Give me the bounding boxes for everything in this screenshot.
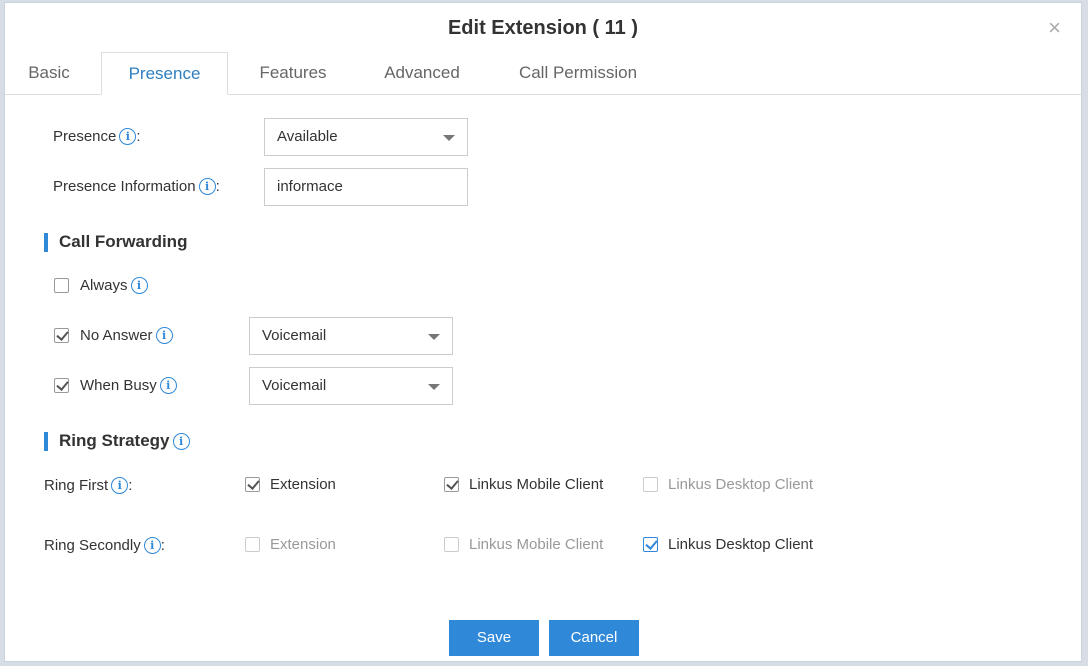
ring-strategy-heading: Ring Strategy i <box>44 431 190 451</box>
ring-first-label-text: Ring First <box>44 477 109 494</box>
ring-secondly-mobile-label: Linkus Mobile Client <box>469 536 604 553</box>
tab-basic[interactable]: Basic <box>19 52 79 94</box>
close-icon[interactable]: × <box>1048 17 1061 39</box>
ring-first-extension-checkbox[interactable] <box>245 477 260 492</box>
ring-secondly-mobile-checkbox[interactable] <box>444 537 459 552</box>
ring-first-mobile-checkbox[interactable] <box>444 477 459 492</box>
ring-strategy-heading-text: Ring Strategy <box>59 431 170 450</box>
ring-secondly-desktop-checkbox[interactable] <box>643 537 658 552</box>
no-answer-label-text: No Answer <box>80 327 153 344</box>
tab-advanced[interactable]: Advanced <box>373 52 471 94</box>
presence-select-value: Available <box>277 128 338 145</box>
always-checkbox[interactable] <box>54 278 69 293</box>
tab-call-permission[interactable]: Call Permission <box>505 52 651 94</box>
tab-presence[interactable]: Presence <box>101 52 228 95</box>
presence-label-text: Presence <box>53 128 117 145</box>
ring-secondly-desktop-label: Linkus Desktop Client <box>668 536 814 553</box>
presence-label: Presence i: <box>53 128 141 145</box>
ring-first-desktop-checkbox[interactable] <box>643 477 658 492</box>
presence-select[interactable]: Available <box>264 118 468 156</box>
presence-information-input[interactable]: informace <box>264 168 468 206</box>
info-icon[interactable]: i <box>130 277 148 294</box>
tab-bar: Basic Presence Features Advanced Call Pe… <box>5 52 1081 95</box>
dialog-title: Edit Extension ( 11 ) <box>447 17 639 39</box>
info-icon[interactable]: i <box>172 433 190 450</box>
info-icon[interactable]: i <box>159 377 177 394</box>
ring-first-extension-label: Extension <box>270 476 336 493</box>
when-busy-select-value: Voicemail <box>262 377 327 394</box>
when-busy-label: When Busy i <box>80 377 177 394</box>
edit-extension-dialog: Edit Extension ( 11 ) × Basic Presence F… <box>4 2 1082 662</box>
info-icon[interactable]: i <box>198 178 216 195</box>
ring-secondly-extension-checkbox[interactable] <box>245 537 260 552</box>
ring-first-desktop-label: Linkus Desktop Client <box>668 476 814 493</box>
always-label-text: Always <box>80 277 128 294</box>
cancel-button[interactable]: Cancel <box>549 620 639 656</box>
presence-information-label: Presence Information i: <box>53 178 220 195</box>
call-forwarding-heading: Call Forwarding <box>44 232 187 252</box>
no-answer-label: No Answer i <box>80 327 173 344</box>
tab-features[interactable]: Features <box>249 52 337 94</box>
chevron-down-icon <box>428 334 440 340</box>
info-icon[interactable]: i <box>111 477 129 494</box>
ring-secondly-extension-label: Extension <box>270 536 336 553</box>
chevron-down-icon <box>443 135 455 141</box>
no-answer-select[interactable]: Voicemail <box>249 317 453 355</box>
ring-first-label: Ring First i: <box>44 477 133 494</box>
no-answer-checkbox[interactable] <box>54 328 69 343</box>
info-icon[interactable]: i <box>143 537 161 554</box>
when-busy-checkbox[interactable] <box>54 378 69 393</box>
info-icon[interactable]: i <box>155 327 173 344</box>
ring-secondly-label-text: Ring Secondly <box>44 537 141 554</box>
info-icon[interactable]: i <box>119 128 137 145</box>
save-button[interactable]: Save <box>449 620 539 656</box>
always-label: Always i <box>80 277 148 294</box>
no-answer-select-value: Voicemail <box>262 327 327 344</box>
chevron-down-icon <box>428 384 440 390</box>
when-busy-label-text: When Busy <box>80 377 157 394</box>
presence-information-label-text: Presence Information <box>53 178 196 195</box>
ring-first-mobile-label: Linkus Mobile Client <box>469 476 604 493</box>
ring-secondly-label: Ring Secondly i: <box>44 537 165 554</box>
when-busy-select[interactable]: Voicemail <box>249 367 453 405</box>
